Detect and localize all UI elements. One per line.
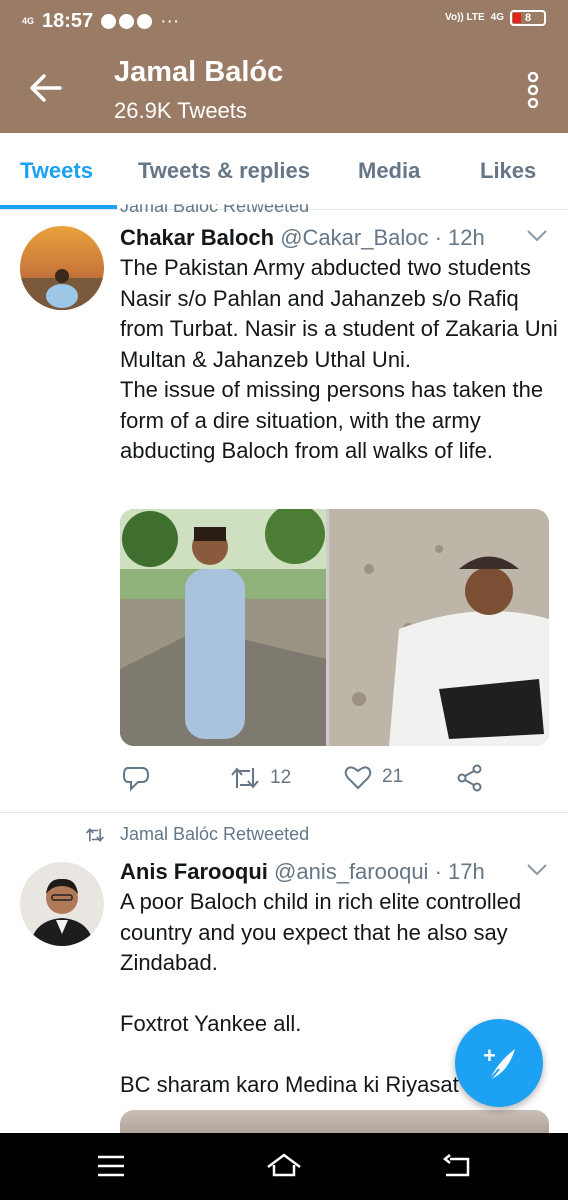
tab-tweets-replies[interactable]: Tweets & replies — [138, 158, 310, 184]
retweet-label: Jamal Balóc Retweeted — [84, 824, 309, 845]
retweet-icon — [86, 827, 104, 842]
retweet-count: 12 — [270, 767, 292, 788]
tweet-actions: 12 21 — [120, 764, 550, 798]
retweeted-by[interactable]: Jamal Balóc Retweeted — [120, 824, 309, 845]
tab-media[interactable]: Media — [358, 158, 420, 184]
notification-icon — [119, 14, 135, 29]
chevron-down-icon[interactable] — [526, 229, 548, 243]
notification-icon — [137, 14, 153, 29]
menu-icon[interactable] — [96, 1151, 126, 1181]
tweet-count: 26.9K Tweets — [114, 98, 247, 123]
tweet-photo[interactable] — [120, 509, 326, 746]
overflow-menu-icon[interactable] — [526, 72, 540, 108]
tab-tweets[interactable]: Tweets — [20, 158, 93, 184]
share-button[interactable] — [456, 764, 484, 792]
notification-icon — [101, 14, 117, 29]
status-bar: 4G 18:57 ··· Vo)) LTE 4G 8 — [0, 0, 568, 44]
like-button[interactable]: 21 — [344, 764, 403, 790]
chevron-down-icon[interactable] — [526, 863, 548, 877]
reply-icon — [122, 767, 150, 792]
reply-button[interactable] — [122, 764, 150, 792]
like-count: 21 — [382, 766, 404, 787]
volte-indicator: Vo)) LTE — [445, 12, 485, 23]
tweet-media[interactable] — [120, 509, 549, 746]
notification-icons — [101, 14, 153, 29]
more-notifications-icon: ··· — [160, 10, 180, 32]
retweet-icon — [231, 767, 259, 789]
back-arrow-icon[interactable] — [26, 70, 66, 106]
tweet-author[interactable]: Anis Farooqui — [120, 859, 268, 884]
avatar[interactable] — [20, 862, 104, 946]
retweet-button[interactable]: 12 — [230, 764, 291, 792]
profile-title: Jamal Balóc — [114, 56, 284, 88]
tweet-time: · 12h — [434, 225, 485, 250]
profile-tabs: Tweets Tweets & replies Media Likes — [0, 133, 568, 210]
back-icon[interactable] — [442, 1151, 472, 1181]
avatar[interactable] — [20, 226, 104, 310]
active-tab-indicator — [0, 205, 117, 209]
compose-tweet-icon: + — [483, 1043, 515, 1082]
divider — [0, 812, 568, 813]
tweet-handle[interactable]: @Cakar_Baloc — [280, 225, 428, 250]
network-indicator-right: 4G — [490, 12, 504, 23]
tweet-text: The Pakistan Army abducted two students … — [120, 255, 558, 463]
heart-icon — [344, 766, 372, 790]
tweet-photo[interactable] — [329, 509, 549, 746]
app-header: 4G 18:57 ··· Vo)) LTE 4G 8 Jamal Balóc 2… — [0, 0, 568, 133]
tweet-author[interactable]: Chakar Baloch — [120, 225, 274, 250]
tab-likes[interactable]: Likes — [480, 158, 536, 184]
system-nav-bar — [0, 1133, 568, 1200]
battery-level: 8 — [524, 12, 532, 24]
home-icon[interactable] — [265, 1151, 303, 1181]
clock: 18:57 — [42, 10, 94, 32]
svg-text:+: + — [483, 1043, 496, 1068]
network-indicator: 4G — [22, 16, 35, 26]
tweet-handle[interactable]: @anis_farooqui — [274, 859, 428, 884]
compose-tweet-button[interactable]: + — [455, 1019, 543, 1107]
tweet-time: · 17h — [434, 859, 485, 884]
battery-icon: 8 — [510, 10, 546, 26]
share-icon — [457, 764, 482, 792]
